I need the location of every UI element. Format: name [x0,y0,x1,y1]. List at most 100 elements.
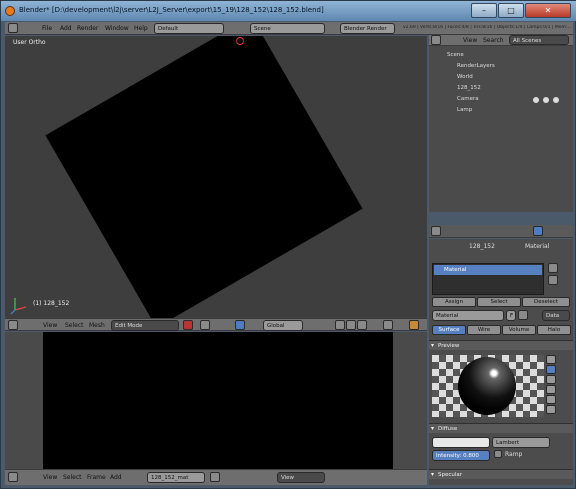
slot-remove-icon[interactable] [548,275,558,285]
node-menu-view[interactable]: View [43,474,57,481]
node-editor[interactable] [5,332,427,469]
tab-halo[interactable]: Halo [537,325,571,335]
shading-icon[interactable] [183,320,193,330]
visibility-eye-icon[interactable] [533,97,539,103]
view-mode-selector[interactable]: View [277,472,325,483]
window-title: Blender* [D:\development\l2j\server\L2J_… [19,6,324,14]
title-bar: Blender* [D:\development\l2j\server\L2J_… [1,1,576,21]
properties-editor: 128_152 Material Material Assign Select … [429,239,573,469]
properties-header [429,225,573,238]
selectability-icon[interactable] [543,97,549,103]
mode-selector[interactable]: Edit Mode [111,320,179,331]
viewport-header: View Select Mesh Edit Mode Global [5,318,427,331]
axis-gizmo-icon [10,298,27,315]
tab-wire[interactable]: Wire [467,325,501,335]
preview-hair-icon[interactable] [546,395,556,404]
diffuse-shader-selector[interactable]: Lambert [492,437,550,448]
menu-select[interactable]: Select [65,322,84,329]
face-select-icon[interactable] [357,320,367,330]
tree-item-object[interactable]: 128_152 [429,83,573,94]
tree-item-scene[interactable]: Scene [429,50,573,61]
select-button[interactable]: Select [477,297,521,307]
menu-help[interactable]: Help [134,25,148,32]
maximize-button[interactable]: □ [498,3,524,18]
properties-type-icon[interactable] [431,226,441,236]
node-menu-frame[interactable]: Frame [87,474,106,481]
scene-selector[interactable]: Scene [250,23,325,34]
editor-type-icon[interactable] [8,23,18,33]
edge-select-icon[interactable] [346,320,356,330]
menu-add[interactable]: Add [60,25,72,32]
node-editor-header: View Select Frame Add 128_152_mat View [5,469,427,485]
minimize-button[interactable]: – [471,3,497,18]
blender-logo-icon [5,6,15,16]
tree-item-camera[interactable]: Camera [429,94,573,105]
3d-viewport[interactable]: User Ortho [5,36,427,318]
preview-sphere [458,357,516,415]
tree-item-lamp[interactable]: Lamp [429,105,573,116]
outliner-display-mode[interactable]: All Scenes [509,35,569,45]
deselect-button[interactable]: Deselect [522,297,570,307]
specular-panel-header[interactable]: Specular [429,469,573,480]
specular-area: Specular [429,469,573,485]
material-preview [432,355,544,417]
tab-surface[interactable]: Surface [432,325,466,335]
preview-panel-header[interactable]: Preview [429,340,573,351]
node-menu-select[interactable]: Select [63,474,82,481]
ramp-checkbox[interactable] [494,450,502,458]
orientation-selector[interactable]: Global [263,320,303,331]
diffuse-color-swatch[interactable] [432,437,490,448]
preview-world-icon[interactable] [546,405,556,414]
outliner-tab-view[interactable]: View [463,37,477,44]
close-button[interactable]: ✕ [525,3,571,18]
menu-mesh[interactable]: Mesh [89,322,105,329]
material-selector[interactable]: 128_152_mat [147,472,205,483]
node-editor-type-icon[interactable] [8,472,18,482]
info-header: File Add Render Window Help Default Scen… [5,22,573,35]
material-tab-icon[interactable] [533,226,543,236]
material-slot-selected[interactable]: Material [434,265,542,275]
node-menu-add[interactable]: Add [110,474,122,481]
manipulator-icon[interactable] [235,320,245,330]
menu-view[interactable]: View [43,322,57,329]
preview-monkey-icon[interactable] [546,385,556,394]
render-engine-selector[interactable]: Blender Render [340,23,395,34]
material-users-field[interactable]: F [506,310,516,321]
link-mode-selector[interactable]: Data [542,310,570,321]
material-slot-list[interactable]: Material [432,263,544,295]
vertex-select-icon[interactable] [335,320,345,330]
assign-button[interactable]: Assign [432,297,476,307]
tree-item-world[interactable]: World [429,72,573,83]
menu-window[interactable]: Window [105,25,129,32]
ramp-label: Ramp [505,451,523,458]
object-name-label: (1) 128_152 [33,300,70,307]
breadcrumb-material: Material [525,243,550,250]
outliner-tab-search[interactable]: Search [483,37,504,44]
stats-text: v2.69 | Verts:8/16 | Faces:4/8 | Tris:8/… [403,25,571,30]
fake-user-icon[interactable] [210,472,220,482]
preview-sphere-icon[interactable] [546,365,556,374]
menu-file[interactable]: File [42,25,52,32]
render-camera-icon[interactable] [553,97,559,103]
snap-icon[interactable] [409,320,419,330]
tab-volume[interactable]: Volume [502,325,536,335]
mesh-plane[interactable] [45,36,363,318]
outliner-header: View Search All Scenes [429,35,573,46]
layout-selector[interactable]: Default [154,23,224,34]
preview-plane-icon[interactable] [546,355,556,364]
proportional-edit-icon[interactable] [383,320,393,330]
slot-add-icon[interactable] [548,263,558,273]
material-name-field[interactable]: Material [432,310,504,321]
cursor-3d-icon [233,37,247,45]
diffuse-panel-header[interactable]: Diffuse [429,423,573,434]
menu-render[interactable]: Render [77,25,98,32]
outliner-type-icon[interactable] [431,35,441,45]
pivot-icon[interactable] [200,320,210,330]
tree-item-renderlayers[interactable]: RenderLayers [429,61,573,72]
viewport-editor-icon[interactable] [8,320,18,330]
preview-cube-icon[interactable] [546,375,556,384]
new-material-icon[interactable] [518,310,528,320]
breadcrumb-object: 128_152 [469,243,495,250]
diffuse-intensity-slider[interactable]: Intensity: 0.800 [432,450,490,461]
blender-window: Blender* [D:\development\l2j\server\L2J_… [0,0,576,489]
